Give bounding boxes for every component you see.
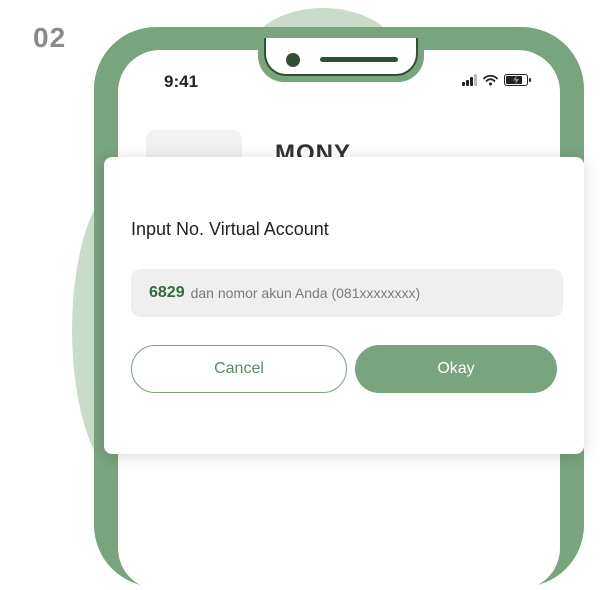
okay-button[interactable]: Okay	[355, 345, 557, 393]
camera-icon	[286, 53, 300, 67]
status-icons	[462, 74, 531, 86]
va-placeholder: dan nomor akun Anda (081xxxxxxxx)	[190, 285, 421, 301]
signal-icon	[462, 74, 477, 86]
speaker-icon	[320, 57, 398, 62]
status-time: 9:41	[164, 72, 199, 91]
virtual-account-dialog: Input No. Virtual Account 6829 dan nomor…	[104, 157, 584, 454]
step-number: 02	[33, 22, 67, 53]
va-prefix: 6829	[149, 284, 185, 301]
dialog-title: Input No. Virtual Account	[131, 219, 329, 239]
virtual-account-input[interactable]: 6829 dan nomor akun Anda (081xxxxxxxx)	[131, 269, 563, 317]
wifi-icon	[483, 74, 498, 86]
battery-icon	[504, 74, 531, 86]
cancel-button[interactable]: Cancel	[131, 345, 347, 393]
